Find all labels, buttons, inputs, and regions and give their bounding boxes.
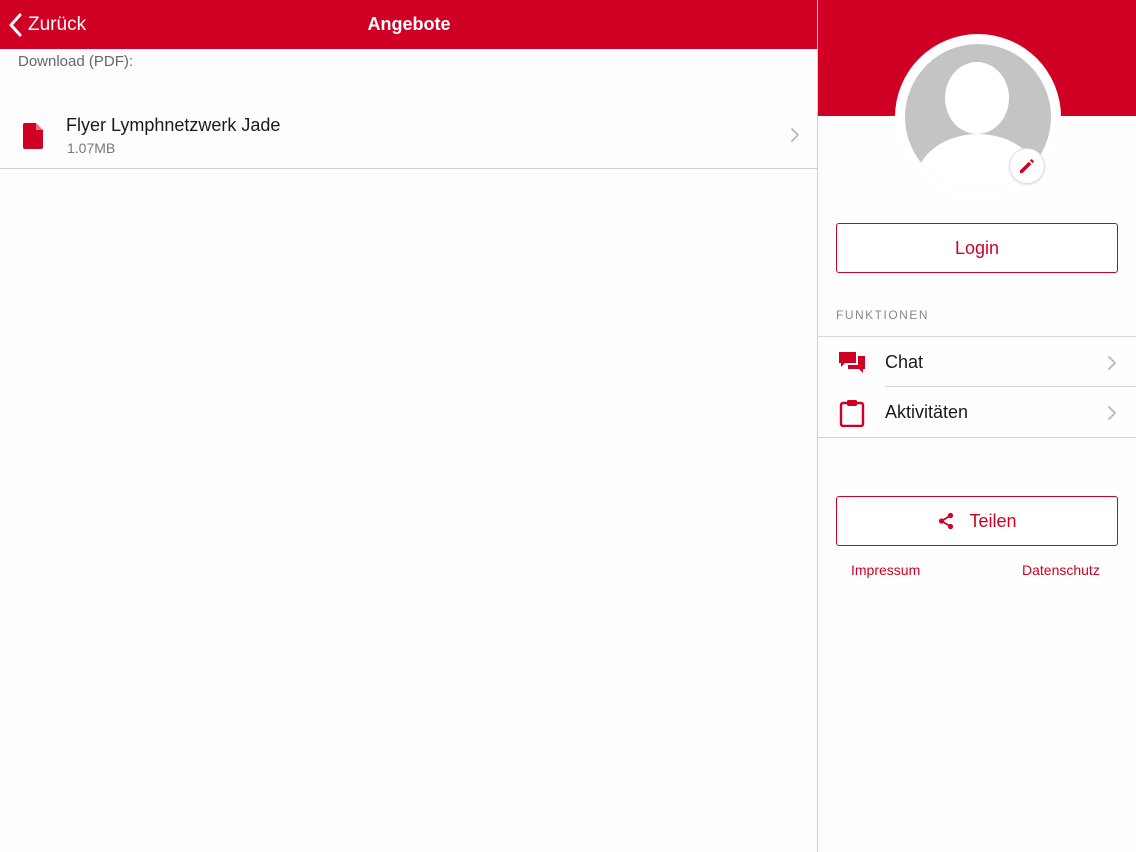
file-name: Flyer Lymphnetzwerk Jade <box>66 115 281 135</box>
menu-item-chat[interactable]: Chat <box>818 337 1136 387</box>
section-label: Download (PDF): <box>18 53 134 70</box>
page-title: Angebote <box>367 14 451 34</box>
content-pane: Zurück Angebote Download (PDF): Flyer Ly… <box>0 0 818 852</box>
chevron-right-icon <box>1108 356 1116 370</box>
chevron-right-icon <box>1108 406 1116 420</box>
divider <box>818 437 1136 438</box>
app-root: Zurück Angebote Download (PDF): Flyer Ly… <box>0 0 1136 852</box>
menu-item-label: Chat <box>885 352 924 372</box>
pencil-icon <box>1020 159 1034 173</box>
file-icon <box>23 123 43 149</box>
menu-item-label: Aktivitäten <box>885 402 969 422</box>
chevron-right-icon <box>791 128 799 142</box>
edit-avatar-button[interactable] <box>1009 148 1045 184</box>
navigation-bar: Zurück Angebote <box>0 0 818 49</box>
file-size: 1.07MB <box>67 140 116 156</box>
chat-icon <box>839 352 865 373</box>
menu-item-aktivitaeten[interactable]: Aktivitäten <box>818 387 1136 437</box>
login-button[interactable]: Login <box>836 223 1118 273</box>
functions-heading: FUNKTIONEN <box>836 308 929 322</box>
share-icon <box>939 512 954 530</box>
clipboard-icon <box>839 400 865 427</box>
list-item[interactable]: Flyer Lymphnetzwerk Jade 1.07MB <box>0 96 818 169</box>
impressum-link[interactable]: Impressum <box>851 562 920 578</box>
share-label: Teilen <box>969 510 1017 531</box>
datenschutz-link[interactable]: Datenschutz <box>1022 562 1100 578</box>
side-panel: Login FUNKTIONEN Chat Aktivitäten Teilen… <box>818 0 1136 852</box>
share-button[interactable]: Teilen <box>836 496 1118 546</box>
